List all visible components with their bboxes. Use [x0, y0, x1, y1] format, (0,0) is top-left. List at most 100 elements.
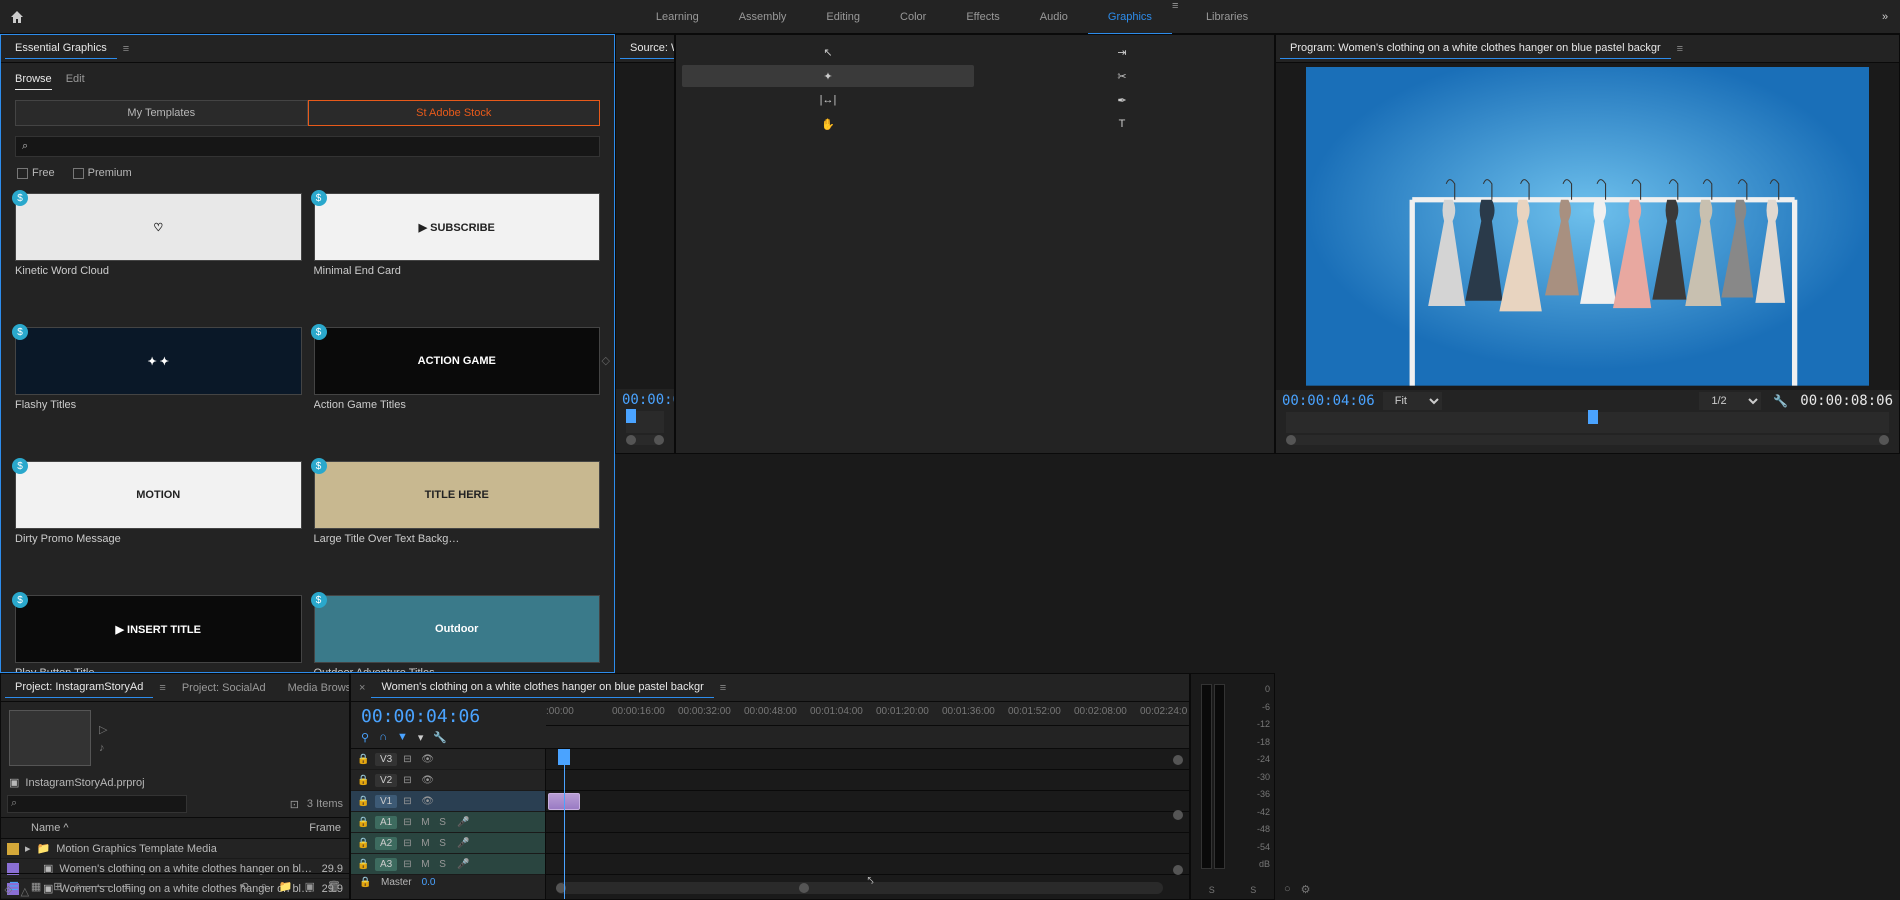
audio-track-header[interactable]: 🔒A2⊟MS🎤	[351, 833, 545, 854]
type-tool[interactable]: T	[976, 113, 1268, 135]
eg-search-input[interactable]	[28, 141, 593, 153]
timeline-settings-icon[interactable]: ▾	[418, 731, 424, 744]
track-label[interactable]: V1	[375, 795, 397, 808]
col-frame[interactable]: Frame	[309, 822, 341, 834]
program-scrollbar[interactable]	[1286, 435, 1889, 445]
free-checkbox[interactable]: Free	[17, 167, 55, 179]
solo-right[interactable]: S	[1250, 885, 1256, 895]
program-monitor[interactable]	[1276, 63, 1899, 390]
program-resolution-select[interactable]: 1/2	[1699, 392, 1761, 410]
track-label[interactable]: A2	[375, 837, 397, 850]
sequence-tab[interactable]: Women's clothing on a white clothes hang…	[371, 677, 713, 698]
solo-icon[interactable]: S	[439, 838, 451, 849]
icon-view-icon[interactable]: ▦	[31, 880, 41, 893]
dropdown-icon[interactable]: ○	[1284, 883, 1291, 896]
wrench-icon[interactable]: 🔧	[1773, 394, 1788, 408]
timeline-timecode[interactable]: 00:00:04:06	[361, 706, 536, 727]
track-label[interactable]: A1	[375, 816, 397, 829]
workspace-tab-assembly[interactable]: Assembly	[719, 0, 807, 34]
v-scroll-handle[interactable]	[1173, 755, 1183, 765]
timeline-zoom-bar[interactable]	[556, 882, 1163, 894]
template-item[interactable]: $▶ SUBSCRIBEMinimal End Card	[314, 193, 601, 317]
workspace-tab-effects[interactable]: Effects	[946, 0, 1019, 34]
workspace-tab-editing[interactable]: Editing	[806, 0, 880, 34]
master-track[interactable]: 🔒Master0.0	[351, 875, 545, 890]
my-templates-button[interactable]: My Templates	[15, 100, 308, 126]
track-label[interactable]: V2	[375, 774, 397, 787]
adobe-stock-button[interactable]: St Adobe Stock	[308, 100, 601, 126]
template-item[interactable]: $▶ INSERT TITLEPlay Button Title	[15, 595, 302, 673]
workspace-menu-icon[interactable]: ≡	[1172, 0, 1186, 34]
hand-tool[interactable]: ✋	[682, 113, 974, 135]
lock-icon[interactable]: 🔒	[357, 817, 369, 828]
track-height-handle[interactable]: ⤣	[868, 875, 874, 888]
program-tab[interactable]: Program: Women's clothing on a white clo…	[1280, 38, 1671, 59]
workspace-overflow[interactable]: »	[1870, 11, 1900, 23]
sync-lock-icon[interactable]: ⊟	[403, 775, 415, 786]
project-item[interactable]: ▸📁 Motion Graphics Template Media	[1, 839, 349, 859]
expand-icon[interactable]: ▸	[25, 842, 31, 855]
add-marker-icon[interactable]: ▼	[397, 731, 408, 744]
program-zoom-select[interactable]: Fit	[1383, 392, 1442, 410]
toggle-track-icon[interactable]: 👁	[421, 754, 433, 765]
lock-icon[interactable]: 🔒	[359, 877, 371, 888]
close-sequence-icon[interactable]: ×	[355, 682, 369, 694]
mute-icon[interactable]: M	[421, 859, 433, 870]
source-tab[interactable]: Source: Women's clothing on a white clot…	[620, 38, 675, 59]
project-tab[interactable]: Project: InstagramStoryAd	[5, 677, 153, 698]
eg-browse-tab[interactable]: Browse	[15, 69, 52, 90]
lock-icon[interactable]: 🔒	[357, 775, 369, 786]
project-search-input[interactable]	[7, 795, 187, 813]
voice-over-icon[interactable]: 🎤	[457, 817, 469, 828]
ripple-edit-tool[interactable]: ✦	[682, 65, 974, 87]
template-item[interactable]: $✦ ✦Flashy Titles	[15, 327, 302, 451]
voice-over-icon[interactable]: 🎤	[457, 859, 469, 870]
zoom-slider[interactable]: ○────	[75, 881, 113, 893]
snap-icon[interactable]: ⚲	[361, 731, 369, 744]
lock-icon[interactable]: 🔒	[357, 859, 369, 870]
premium-checkbox[interactable]: Premium	[73, 167, 132, 179]
template-item[interactable]: $♡Kinetic Word Cloud	[15, 193, 302, 317]
settings-icon[interactable]: ⚙	[1301, 883, 1311, 896]
source-scrollbar[interactable]	[626, 435, 664, 445]
panel-menu-icon[interactable]: ≡	[119, 43, 133, 55]
eg-title[interactable]: Essential Graphics	[5, 38, 117, 59]
timeline-ruler[interactable]: :00:0000:00:16:0000:00:32:0000:00:48:000…	[546, 702, 1189, 726]
status-icon[interactable]: △	[21, 885, 29, 898]
project-tab[interactable]: Media Browser	[278, 678, 350, 698]
workspace-tab-audio[interactable]: Audio	[1020, 0, 1088, 34]
linked-selection-icon[interactable]: ∩	[379, 731, 387, 744]
col-name[interactable]: Name ^	[31, 822, 309, 834]
workspace-tab-learning[interactable]: Learning	[636, 0, 719, 34]
sync-lock-icon[interactable]: ⊟	[403, 859, 415, 870]
sort-icon[interactable]: ≡	[124, 881, 130, 893]
video-track-header[interactable]: 🔒V3⊟👁	[351, 749, 545, 770]
workspace-tab-graphics[interactable]: Graphics	[1088, 0, 1172, 34]
template-item[interactable]: $OutdoorOutdoor Adventure Titles	[314, 595, 601, 673]
template-item[interactable]: $MOTIONDirty Promo Message	[15, 461, 302, 585]
home-button[interactable]	[0, 0, 34, 34]
find-icon[interactable]: ⊡	[290, 798, 299, 811]
panel-menu-icon[interactable]: ≡	[716, 682, 730, 694]
step-fwd-icon[interactable]: |▶	[646, 452, 654, 455]
solo-icon[interactable]: S	[439, 859, 451, 870]
template-item[interactable]: $ACTION GAMEAction Game Titles	[314, 327, 601, 451]
mute-icon[interactable]: M	[421, 817, 433, 828]
wrench-icon[interactable]: 🔧	[433, 731, 447, 744]
freeform-view-icon[interactable]: ⊞	[53, 880, 62, 893]
panel-menu-icon[interactable]: ≡	[1673, 43, 1687, 55]
sync-lock-icon[interactable]: ⊟	[403, 754, 415, 765]
video-track-header[interactable]: 🔒V1⊟👁	[351, 791, 545, 812]
template-item[interactable]: $TITLE HERELarge Title Over Text Backg…	[314, 461, 601, 585]
voice-over-icon[interactable]: 🎤	[457, 838, 469, 849]
razor-tool[interactable]: ✂	[976, 65, 1268, 87]
program-time-ruler[interactable]	[1286, 412, 1889, 434]
track-label[interactable]: A3	[375, 858, 397, 871]
v-scroll-handle[interactable]	[1173, 810, 1183, 820]
sync-lock-icon[interactable]: ⊟	[403, 838, 415, 849]
find-icon[interactable]: ⌕	[261, 880, 267, 893]
timeline-tracks-area[interactable]: ⤣	[546, 749, 1189, 899]
track-label[interactable]: V3	[375, 753, 397, 766]
status-icon[interactable]: ⟐	[4, 885, 13, 898]
panel-menu-icon[interactable]: ≡	[155, 682, 169, 694]
